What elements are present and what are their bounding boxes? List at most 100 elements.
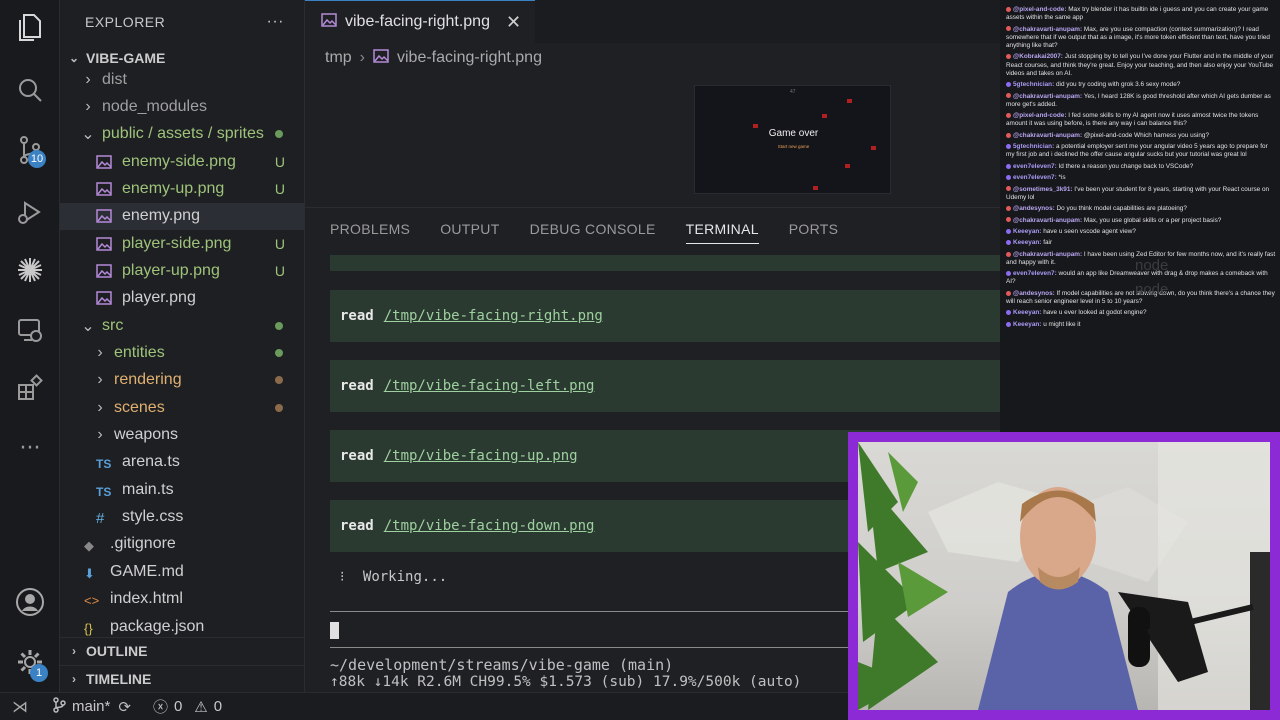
warning-icon[interactable]: ⚠ [194,698,207,716]
account-icon[interactable] [14,586,46,618]
chat-username: @chakravarti-anupam: [1013,250,1084,258]
tree-item[interactable]: enemy.png [60,202,304,230]
search-icon[interactable] [14,74,46,106]
tree-item[interactable]: › scenes [60,394,304,421]
chat-username: Keeeyan: [1013,239,1044,247]
tree-item[interactable]: player-up.png U [60,257,304,284]
markdown-file-icon: ⬇ [84,565,95,581]
error-count[interactable]: 0 [174,698,182,715]
image-file-icon [96,264,116,278]
tree-item[interactable]: ◆ .gitignore [60,531,304,558]
activity-bar: 10 ··· 1 [0,0,60,692]
typescript-file-icon: TS [96,484,112,499]
tree-item[interactable]: › rendering [60,367,304,394]
timeline-section[interactable]: › TIMELINE [60,665,304,692]
chat-message: @chakravarti-anupam: Max, you use global… [1006,217,1276,225]
preview-subtitle: Start new game [777,144,810,149]
panel-tab-output[interactable]: OUTPUT [440,221,499,237]
tree-item[interactable]: # style.css [60,504,304,531]
chat-message: Keeeyan: fair [1006,239,1276,247]
breadcrumb-file[interactable]: vibe-facing-right.png [397,49,542,67]
explorer-icon[interactable] [14,12,46,44]
chat-username: Keeeyan: [1013,309,1044,317]
chat-username: @pixel-and-code: [1013,112,1069,120]
extensions-icon[interactable] [14,372,46,404]
breadcrumb-folder[interactable]: tmp [325,49,352,67]
tree-item[interactable]: › weapons [60,422,304,449]
tool-call-path[interactable]: /tmp/vibe-facing-up.png [384,448,578,464]
editor-tab[interactable]: vibe-facing-right.png ✕ [305,0,536,43]
tree-item[interactable]: {} package.json [60,613,304,640]
tree-item[interactable]: › dist [60,66,304,93]
tree-item[interactable]: TS main.ts [60,476,304,503]
outline-section[interactable]: › OUTLINE [60,637,304,664]
tree-item[interactable]: ⌄ public / assets / sprites [60,121,304,148]
tree-item[interactable]: enemy-side.png U [60,148,304,175]
breadcrumb: tmp › vibe-facing-right.png [305,43,542,73]
node-label: node [1135,281,1169,298]
git-file-icon: ◆ [84,538,94,554]
panel-tab-terminal[interactable]: TERMINAL [685,221,759,244]
chat-username: even7eleven7: [1013,270,1059,278]
chat-message: Keeeyan: have u ever looked at godot eng… [1006,309,1276,317]
webcam-feed [858,442,1270,710]
chevron-down-icon: ⌄ [81,317,95,335]
warning-count[interactable]: 0 [214,698,222,715]
platform-icon [1006,143,1011,149]
tree-item-label: player-up.png [122,261,220,279]
chat-message: @chakravarti-anupam: Yes, I heard 128K i… [1006,93,1276,109]
tree-item[interactable]: › node_modules [60,93,304,120]
terminal-cwd: ~/development/streams/vibe-game (main) [330,656,674,674]
git-status-badge: U [274,180,285,197]
chat-text: have u seen vscode agent view? [1043,227,1136,235]
run-debug-icon[interactable] [14,196,46,228]
tool-call-path[interactable]: /tmp/vibe-facing-right.png [384,308,603,324]
chat-text: have u ever looked at godot engine? [1043,309,1147,317]
terminal-stats: ↑88k ↓14k R2.6M CH99.5% $1.573 (sub) 17.… [330,674,802,690]
tree-item[interactable]: enemy-up.png U [60,175,304,202]
chat-message: @Kobrakai2007: Just stopping by to tell … [1006,53,1276,78]
explorer-header: EXPLORER ··· [60,0,304,44]
tree-item-label: GAME.md [110,562,184,580]
tree-item[interactable]: player.png [60,285,304,312]
editor-tab-label: vibe-facing-right.png [345,13,490,30]
chat-username: @chakravarti-anupam: [1013,25,1084,33]
error-icon[interactable]: ⓧ [153,696,168,717]
tree-item[interactable]: ⌄ src [60,312,304,339]
tool-call-path[interactable]: /tmp/vibe-facing-left.png [384,378,595,394]
tree-item[interactable]: ⬇ GAME.md [60,558,304,585]
tree-item[interactable]: <> index.html [60,586,304,613]
tree-item[interactable]: › entities [60,340,304,367]
working-label: Working... [362,569,448,585]
more-icon[interactable]: ··· [14,432,46,464]
panel-tab-debug-console[interactable]: DEBUG CONSOLE [530,221,656,237]
enemy-sprite [845,164,850,168]
chat-text: @pixel-and-code Which harness you using? [1083,131,1210,139]
source-control-icon[interactable]: 10 [14,134,46,168]
remote-icon[interactable]: ⋊ [0,697,40,717]
explorer-sidebar: EXPLORER ··· ⌄ VIBE-GAME › dist › node_modu… [60,0,305,692]
platform-icon [1006,163,1011,169]
settings-gear-icon[interactable]: 1 [14,646,48,682]
chat-message: 5gtechnician: a potential employer sent … [1006,143,1276,159]
sync-icon[interactable]: ⟳ [118,698,131,716]
tool-call-path[interactable]: /tmp/vibe-facing-down.png [384,518,595,534]
working-status: ⁝ Working... [340,569,447,585]
git-branch[interactable]: main* [72,698,110,715]
explorer-more-button[interactable]: ··· [267,13,284,31]
remote-explorer-icon[interactable] [14,314,46,346]
chat-username: @Kobrakai2007: [1013,53,1065,61]
panel-tab-problems[interactable]: PROBLEMS [330,221,410,237]
tree-item-label: scenes [114,398,165,416]
chat-username: 5gtechnician: [1013,143,1056,151]
platform-icon [1006,186,1011,192]
ai-extension-icon[interactable] [14,254,46,286]
panel-tab-ports[interactable]: PORTS [789,221,838,237]
chevron-right-icon: › [359,49,365,66]
chat-message: even7eleven7: *is [1006,174,1276,182]
tree-item[interactable]: TS arena.ts [60,449,304,476]
tree-item[interactable]: player-side.png U [60,230,304,257]
close-icon[interactable]: ✕ [506,12,521,33]
html-file-icon: <> [84,593,100,609]
chat-text: Id there a reason you change back to VSC… [1058,162,1194,170]
